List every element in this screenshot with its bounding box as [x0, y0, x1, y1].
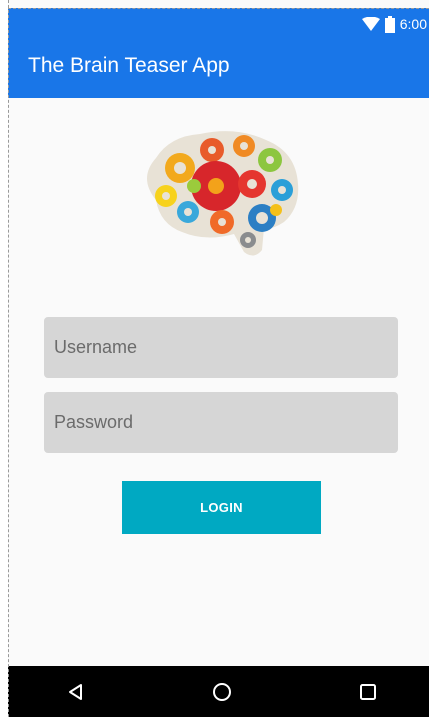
wifi-icon: [361, 17, 380, 31]
layout-guide-top: [8, 8, 429, 9]
layout-guide-left: [8, 0, 9, 717]
status-bar: 6:00: [8, 8, 429, 40]
battery-icon: [384, 15, 395, 33]
main-content: LOGIN: [8, 98, 429, 666]
status-icons: 6:00: [361, 14, 427, 34]
app-bar: The Brain Teaser App: [8, 40, 429, 98]
password-input[interactable]: [44, 392, 398, 453]
back-triangle-icon[interactable]: [46, 666, 106, 717]
login-button[interactable]: LOGIN: [122, 481, 321, 534]
navigation-bar: [8, 666, 429, 717]
app-title: The Brain Teaser App: [28, 54, 230, 77]
home-circle-icon[interactable]: [192, 666, 252, 717]
brain-gears-logo: [136, 128, 300, 260]
username-input[interactable]: [44, 317, 398, 378]
status-clock: 6:00: [399, 16, 427, 32]
app-screen: 6:00 The Brain Teaser App Username LOGIN: [8, 0, 429, 717]
recent-apps-square-icon[interactable]: [338, 666, 398, 717]
